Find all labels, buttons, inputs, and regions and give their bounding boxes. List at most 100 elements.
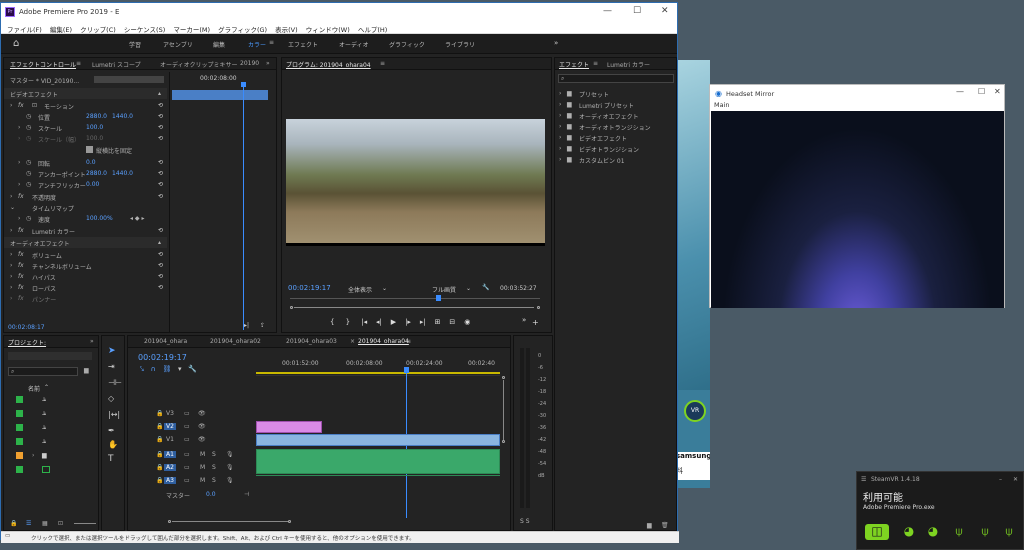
- eye-icon[interactable]: 👁: [198, 436, 206, 443]
- maximize-icon[interactable]: ☐: [633, 6, 641, 16]
- clip-audio[interactable]: [256, 449, 500, 474]
- scrub-bar[interactable]: [290, 298, 540, 299]
- base-station-icon[interactable]: ◕: [923, 524, 943, 540]
- controller-icon[interactable]: ⍦: [975, 524, 995, 540]
- sync-icon[interactable]: ▭: [184, 451, 190, 458]
- timeline-h-scroll[interactable]: [168, 520, 328, 523]
- menu-clip[interactable]: クリップ(C): [80, 24, 116, 34]
- mute-button[interactable]: M: [200, 464, 205, 471]
- expand-icon[interactable]: ›: [10, 273, 12, 280]
- reset-icon[interactable]: ⟲: [158, 159, 163, 166]
- expand-icon[interactable]: ›: [10, 251, 12, 258]
- mic-icon[interactable]: 🎙: [226, 464, 234, 471]
- effects-item-video-transitions[interactable]: › ▆ ビデオトランジション: [555, 143, 676, 154]
- tracker-icon[interactable]: ⍦: [999, 524, 1019, 540]
- effects-item-audio-transitions[interactable]: › ▆ オーディオトランジション: [555, 121, 676, 132]
- volume-row[interactable]: › fx ボリューム ⟲: [4, 249, 167, 260]
- expand-icon[interactable]: ›: [10, 102, 12, 109]
- menu-graphics[interactable]: グラフィック(G): [218, 24, 267, 34]
- mic-icon[interactable]: 🎙: [226, 477, 234, 484]
- tab-sequence-3[interactable]: 201904_ohara03: [286, 338, 337, 345]
- lowpass-row[interactable]: › fx ローパス ⟲: [4, 282, 167, 293]
- label-color-swatch[interactable]: [16, 452, 23, 459]
- solo-button[interactable]: S: [212, 477, 216, 484]
- type-tool-icon[interactable]: T: [108, 454, 114, 464]
- expand-icon[interactable]: ›: [10, 227, 12, 234]
- tab-audio-clip-mixer[interactable]: オーディオクリップミキサー: [160, 60, 237, 69]
- close-tab-icon[interactable]: ×: [350, 338, 355, 345]
- panel-menu-icon[interactable]: ≡: [380, 60, 385, 67]
- sync-icon[interactable]: ▭: [184, 410, 190, 417]
- filter-icon[interactable]: ▸|: [244, 322, 249, 329]
- master-value[interactable]: 0.0: [206, 491, 216, 498]
- uniform-scale-checkbox[interactable]: [86, 146, 93, 153]
- selection-tool-icon[interactable]: ➤: [108, 346, 116, 356]
- collapse-icon[interactable]: ⌄: [10, 204, 15, 211]
- lock-icon[interactable]: 🔒: [156, 423, 163, 430]
- menu-view[interactable]: 表示(V): [275, 24, 298, 34]
- headset-icon[interactable]: ◫: [865, 524, 889, 540]
- sequence-icon[interactable]: ⫡: [42, 438, 46, 446]
- effects-item-video-effects[interactable]: › ▆ ビデオエフェクト: [555, 132, 676, 143]
- scale-value[interactable]: 100.0: [86, 124, 103, 131]
- highpass-row[interactable]: › fx ハイパス ⟲: [4, 271, 167, 282]
- motion-row[interactable]: › fx ⊡ モーション ⟲: [4, 100, 167, 111]
- expand-icon[interactable]: ›: [10, 295, 12, 302]
- work-area-bar[interactable]: [256, 372, 500, 374]
- play-icon[interactable]: ▶: [391, 318, 396, 326]
- ws-audio[interactable]: オーディオ: [339, 40, 369, 49]
- tab-sequence-1[interactable]: 201904_ohara: [144, 338, 187, 345]
- effects-item-audio-effects[interactable]: › ▆ オーディオエフェクト: [555, 110, 676, 121]
- track-label[interactable]: A3: [164, 477, 176, 484]
- solo-button[interactable]: S: [212, 451, 216, 458]
- pen-tool-icon[interactable]: ✒: [108, 426, 115, 435]
- step-forward-icon[interactable]: |▸: [405, 318, 411, 326]
- tab-sequence[interactable]: 20190: [240, 60, 259, 67]
- reset-icon[interactable]: ⟲: [158, 135, 163, 142]
- extract-icon[interactable]: ⊟: [449, 318, 455, 326]
- zoom-slider[interactable]: [74, 523, 96, 524]
- program-playhead[interactable]: [436, 295, 441, 301]
- snap-icon[interactable]: ∩: [151, 365, 156, 373]
- mark-out-icon[interactable]: }: [346, 318, 350, 326]
- timeremap-row[interactable]: ⌄ タイムリマップ: [4, 202, 167, 213]
- ripple-edit-icon[interactable]: ⊣⊢: [108, 378, 122, 387]
- eye-icon[interactable]: 👁: [198, 423, 206, 430]
- expand-icon[interactable]: ›: [18, 124, 20, 131]
- ws-learn[interactable]: 学習: [129, 40, 141, 49]
- panel-menu-icon[interactable]: ≡: [593, 60, 598, 67]
- ec-playhead[interactable]: [243, 85, 244, 330]
- tabs-overflow-icon[interactable]: »: [266, 60, 270, 67]
- reset-icon[interactable]: ⟲: [158, 124, 163, 131]
- expand-icon[interactable]: ›: [10, 284, 12, 291]
- mute-button[interactable]: M: [200, 451, 205, 458]
- stopwatch-icon[interactable]: ◷: [26, 170, 31, 177]
- chevron-down-icon[interactable]: ⌄: [382, 285, 387, 292]
- ws-graphics[interactable]: グラフィック: [389, 40, 425, 49]
- tab-sequence-2[interactable]: 201904_ohara02: [210, 338, 261, 345]
- ec-bottom-timecode[interactable]: 00:02:08:17: [8, 324, 45, 331]
- ws-overflow-icon[interactable]: »: [554, 39, 558, 47]
- label-color-swatch[interactable]: [16, 410, 23, 417]
- anchor-y-value[interactable]: 1440.0: [112, 170, 133, 177]
- tab-project[interactable]: プロジェクト:: [8, 338, 46, 347]
- opacity-row[interactable]: › fx 不透明度 ⟲: [4, 191, 167, 202]
- stopwatch-icon[interactable]: ◷: [26, 159, 31, 166]
- quality-select[interactable]: フル画質: [432, 285, 456, 294]
- speed-value[interactable]: 100.00%: [86, 215, 113, 222]
- reset-icon[interactable]: ⟲: [158, 102, 163, 109]
- freeform-view-icon[interactable]: ⊡: [58, 520, 63, 527]
- expand-icon[interactable]: ›: [18, 135, 20, 142]
- folder-icon[interactable]: ▆: [42, 452, 47, 459]
- sequence-icon[interactable]: ⫡: [42, 396, 46, 404]
- reset-icon[interactable]: ⟲: [158, 251, 163, 258]
- step-back-icon[interactable]: ◂|: [376, 318, 382, 326]
- lock-icon[interactable]: 🔒: [156, 451, 163, 458]
- expand-icon[interactable]: ›: [10, 262, 12, 269]
- slip-tool-icon[interactable]: |↔|: [108, 410, 120, 419]
- new-bin-icon[interactable]: ▆: [647, 522, 652, 529]
- base-station-icon[interactable]: ◕: [899, 524, 919, 540]
- clip-v2[interactable]: [256, 421, 322, 433]
- export-icon[interactable]: ⇪: [260, 322, 265, 329]
- sort-label[interactable]: 名前: [28, 384, 40, 393]
